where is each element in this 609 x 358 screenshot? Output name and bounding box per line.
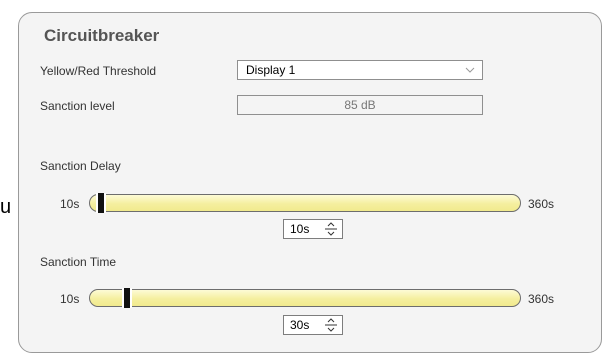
sanction-delay-spinner-value: 10s <box>290 222 310 236</box>
spinner-arrows-icon[interactable] <box>323 222 339 236</box>
panel-title: Circuitbreaker <box>44 26 160 45</box>
threshold-select[interactable]: Display 1 <box>237 60 483 80</box>
sanction-time-slider-thumb[interactable] <box>121 288 132 308</box>
sanction-level-label: Sanction level <box>40 99 115 113</box>
sanction-level-value: 85 dB <box>237 95 483 115</box>
sanction-time-max-label: 360s <box>528 292 555 306</box>
threshold-select-value: Display 1 <box>246 63 296 77</box>
sanction-time-min-label: 10s <box>60 292 80 306</box>
sanction-time-spinner[interactable]: 30s <box>283 315 343 335</box>
threshold-label: Yellow/Red Threshold <box>40 64 157 78</box>
sanction-delay-max-label: 360s <box>528 197 555 211</box>
sanction-time-label: Sanction Time <box>40 255 117 269</box>
sanction-time-slider[interactable] <box>89 288 521 308</box>
sanction-delay-slider-thumb[interactable] <box>96 193 106 213</box>
chevron-down-icon <box>465 61 475 83</box>
sanction-delay-label: Sanction Delay <box>40 159 121 173</box>
spinner-arrows-icon[interactable] <box>323 318 339 332</box>
sanction-time-spinner-value: 30s <box>290 318 310 332</box>
sanction-delay-slider[interactable] <box>89 193 521 213</box>
stray-glyph: u <box>0 196 12 218</box>
sanction-delay-min-label: 10s <box>60 197 80 211</box>
sanction-delay-spinner[interactable]: 10s <box>283 219 343 239</box>
